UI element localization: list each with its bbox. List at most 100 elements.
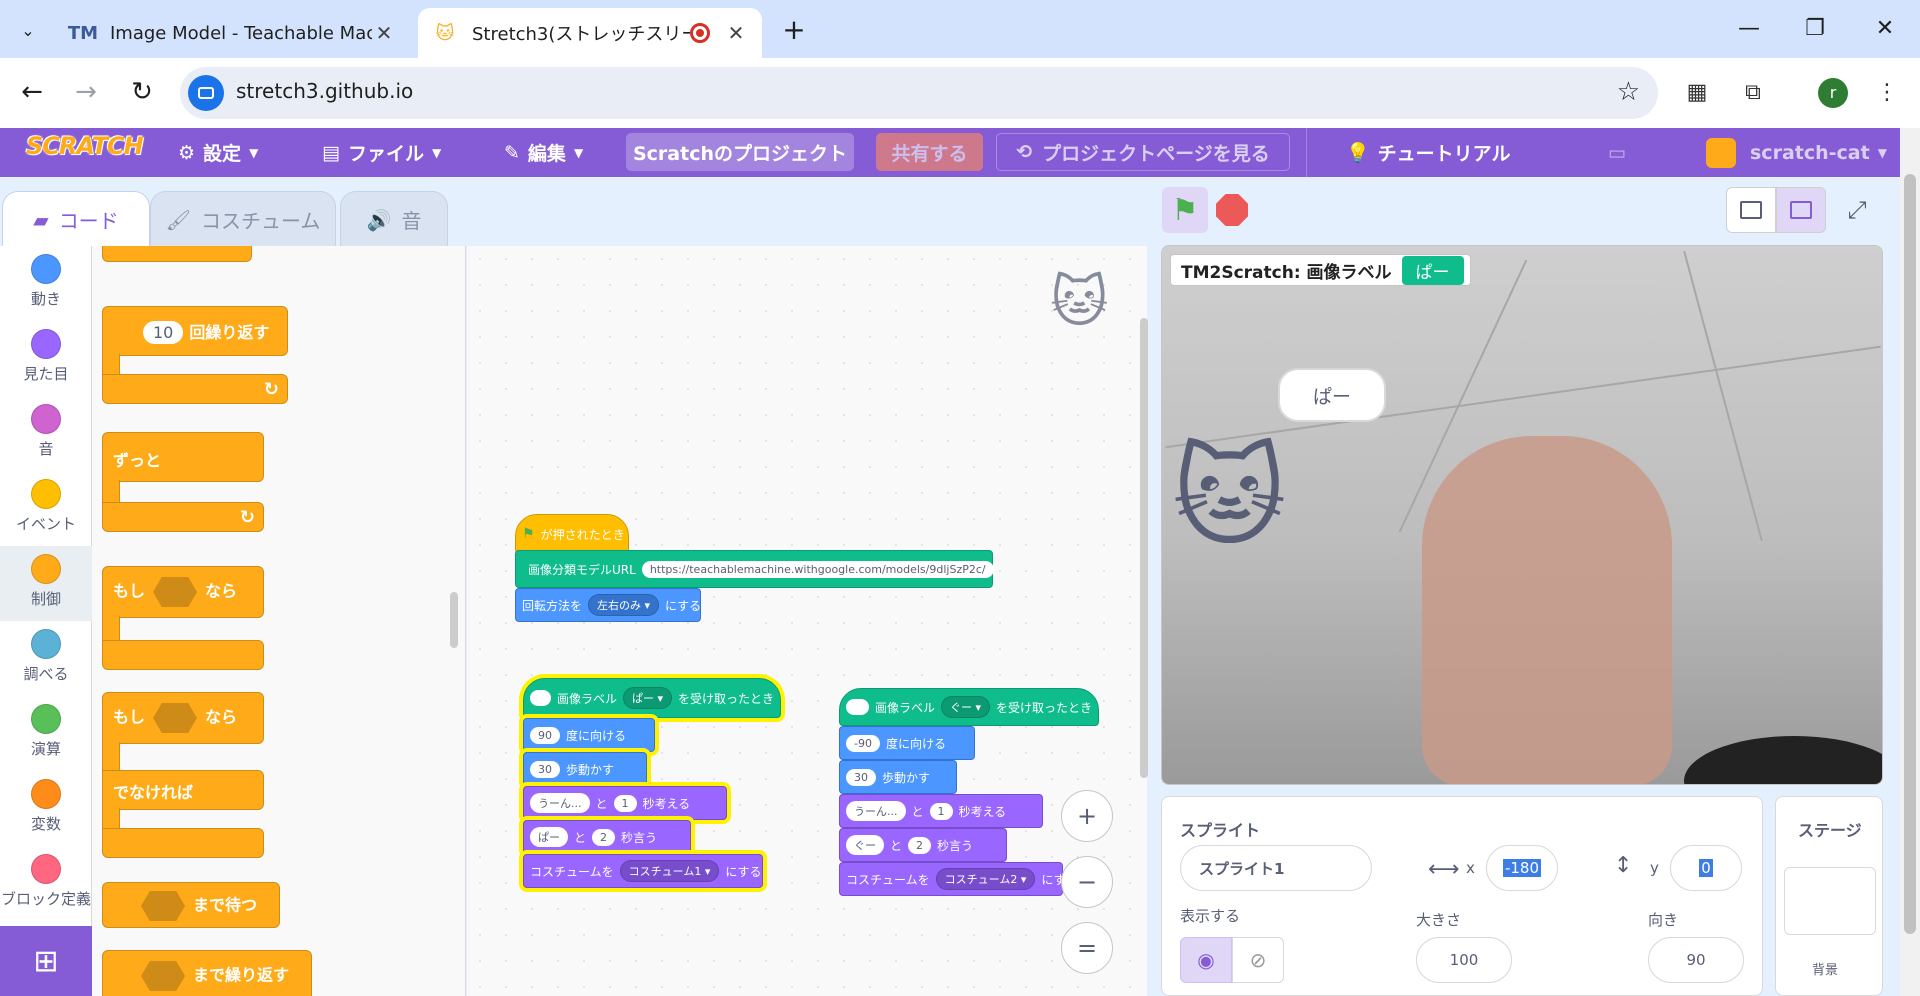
hide-sprite-button[interactable]: ⊘ bbox=[1232, 937, 1284, 983]
normal-stage-button[interactable] bbox=[1776, 187, 1826, 233]
browser-tab-teachable-machine[interactable]: TM Image Model - Teachable Mach ✕ bbox=[56, 8, 410, 58]
category-motion[interactable]: 動き bbox=[0, 246, 92, 321]
when-label-received-hat-b[interactable]: 画像ラベル ぐー ▾ を受け取ったとき bbox=[839, 688, 1099, 726]
switch-costume-block-a[interactable]: コスチュームを コスチューム1 ▾ にする bbox=[523, 854, 763, 888]
file-menu[interactable]: ▤ ファイル ▼ bbox=[322, 128, 441, 177]
settings-menu[interactable]: ⚙ 設定 ▼ bbox=[178, 128, 258, 177]
close-tab-icon[interactable]: ✕ bbox=[372, 21, 396, 45]
set-rotation-style-block[interactable]: 回転方法を 左右のみ ▾ にする bbox=[515, 588, 701, 622]
think-secs-input[interactable]: 1 bbox=[929, 802, 953, 820]
say-text-input[interactable]: ぱー bbox=[530, 827, 568, 847]
fullscreen-button[interactable]: ⤢ bbox=[1832, 187, 1882, 233]
palette-repeat-block[interactable]: 10 回繰り返す bbox=[102, 306, 288, 356]
camera-site-icon[interactable] bbox=[188, 75, 224, 111]
share-button[interactable]: 共有する bbox=[876, 133, 983, 171]
chrome-menu-icon[interactable]: ⋮ bbox=[1870, 76, 1904, 110]
repeat-count[interactable]: 10 bbox=[143, 321, 184, 344]
browser-tab-stretch3[interactable]: 🐱 Stretch3(ストレッチスリー) ✕ bbox=[418, 8, 762, 58]
minimize-icon[interactable]: — bbox=[1724, 10, 1774, 48]
say-secs-input[interactable]: 2 bbox=[592, 828, 616, 846]
set-model-url-block[interactable]: 画像分類モデルURL https://teachablemachine.with… bbox=[515, 550, 994, 588]
palette-forever-block[interactable]: ずっと bbox=[102, 432, 264, 482]
bookmark-star-icon[interactable]: ☆ bbox=[1617, 77, 1640, 107]
think-text-input[interactable]: うーん... bbox=[530, 793, 590, 813]
user-avatar[interactable] bbox=[1706, 138, 1736, 168]
palette-repeat-until-block[interactable]: まで繰り返す bbox=[102, 950, 312, 996]
category-sound[interactable]: 音 bbox=[0, 396, 92, 471]
extensions-icon[interactable]: ⧉ bbox=[1736, 76, 1770, 110]
scratch-logo[interactable]: SCRATCH bbox=[26, 132, 144, 172]
reload-icon[interactable]: ↻ bbox=[124, 74, 160, 110]
category-looks[interactable]: 見た目 bbox=[0, 321, 92, 396]
qr-code-icon[interactable]: ▦ bbox=[1680, 76, 1714, 110]
label-dropdown[interactable]: ぱー ▾ bbox=[622, 687, 672, 709]
palette-scrollbar[interactable] bbox=[450, 592, 458, 648]
account-menu[interactable]: scratch-cat ▼ bbox=[1750, 128, 1887, 177]
green-flag-button[interactable]: ⚑ bbox=[1162, 187, 1208, 233]
tab-costumes[interactable]: 🖌 コスチューム bbox=[150, 191, 336, 247]
direction-input[interactable]: -90 bbox=[846, 734, 880, 752]
sprite-name-input[interactable]: スプライト1 bbox=[1180, 845, 1372, 891]
omnibox[interactable]: stretch3.github.io ☆ bbox=[180, 67, 1658, 119]
zoom-out-button[interactable]: − bbox=[1061, 856, 1113, 908]
size-input[interactable]: 100 bbox=[1416, 937, 1512, 983]
think-text-input[interactable]: うーん... bbox=[846, 801, 906, 821]
back-icon[interactable]: ← bbox=[14, 74, 50, 110]
costume-dropdown[interactable]: コスチューム2 ▾ bbox=[935, 868, 1036, 890]
stage[interactable]: TM2Scratch: 画像ラベル ぱー ぱー 🐱 bbox=[1161, 245, 1883, 785]
move-steps-block-a[interactable]: 30 歩動かす bbox=[523, 752, 647, 786]
palette-if-else-block[interactable]: もし なら bbox=[102, 692, 264, 744]
script-area[interactable]: ⚑ が押されたとき 画像分類モデルURL https://teachablema… bbox=[467, 246, 1147, 996]
small-stage-button[interactable] bbox=[1726, 187, 1776, 233]
think-secs-input[interactable]: 1 bbox=[613, 794, 637, 812]
show-sprite-button[interactable]: ◉ bbox=[1180, 937, 1232, 983]
direction-input[interactable]: 90 bbox=[1648, 937, 1744, 983]
say-secs-input[interactable]: 2 bbox=[908, 836, 932, 854]
label-dropdown[interactable]: ぐー ▾ bbox=[940, 696, 990, 718]
steps-input[interactable]: 30 bbox=[530, 760, 560, 778]
url-text[interactable]: stretch3.github.io bbox=[236, 79, 413, 103]
profile-avatar[interactable]: r bbox=[1818, 78, 1848, 108]
restore-icon[interactable]: ❐ bbox=[1790, 10, 1840, 48]
my-stuff-folder-icon[interactable]: ▭ bbox=[1608, 128, 1626, 177]
rotation-dropdown[interactable]: 左右のみ ▾ bbox=[588, 594, 660, 616]
forward-icon[interactable]: → bbox=[68, 74, 104, 110]
close-window-icon[interactable]: ✕ bbox=[1860, 10, 1910, 48]
think-for-secs-block-b[interactable]: うーん... と 1 秒考える bbox=[839, 794, 1043, 828]
category-my-blocks[interactable]: ブロック定義 bbox=[0, 846, 92, 921]
think-for-secs-block-a[interactable]: うーん... と 1 秒考える bbox=[523, 786, 727, 820]
stage-selector-pane[interactable]: ステージ 背景 bbox=[1775, 796, 1883, 996]
script-area-scrollbar[interactable] bbox=[1140, 318, 1148, 778]
when-flag-clicked-hat[interactable]: ⚑ が押されたとき bbox=[515, 514, 629, 554]
close-tab-icon[interactable]: ✕ bbox=[724, 21, 748, 45]
stop-button[interactable] bbox=[1216, 194, 1248, 226]
see-project-page-button[interactable]: ⟲ プロジェクトページを見る bbox=[996, 133, 1290, 171]
tab-code[interactable]: ▰ コード bbox=[2, 191, 150, 247]
switch-costume-block-b[interactable]: コスチュームを コスチューム2 ▾ にす bbox=[839, 862, 1065, 896]
page-scrollbar-thumb[interactable] bbox=[1904, 174, 1916, 934]
palette-block-partial[interactable] bbox=[102, 246, 252, 262]
category-sensing[interactable]: 調べる bbox=[0, 621, 92, 696]
palette-wait-until-block[interactable]: まで待つ bbox=[102, 882, 280, 928]
palette-if-block[interactable]: もし なら bbox=[102, 566, 264, 618]
point-direction-block-a[interactable]: 90 度に向ける bbox=[523, 718, 655, 752]
category-variables[interactable]: 変数 bbox=[0, 771, 92, 846]
category-events[interactable]: イベント bbox=[0, 471, 92, 546]
project-title-input[interactable]: Scratchのプロジェクト bbox=[626, 133, 854, 171]
zoom-in-button[interactable]: + bbox=[1061, 790, 1113, 842]
backdrop-thumbnail[interactable] bbox=[1784, 867, 1876, 935]
direction-input[interactable]: 90 bbox=[530, 726, 560, 744]
add-extension-button[interactable]: ⊞ bbox=[0, 926, 92, 996]
x-input[interactable]: -180 bbox=[1486, 845, 1558, 891]
new-tab-icon[interactable]: + bbox=[778, 14, 810, 46]
category-operators[interactable]: 演算 bbox=[0, 696, 92, 771]
scratch-cat-sprite[interactable]: 🐱 bbox=[1172, 442, 1287, 552]
tab-sounds[interactable]: 🔊 音 bbox=[340, 191, 448, 247]
costume-dropdown[interactable]: コスチューム1 ▾ bbox=[619, 860, 720, 882]
say-for-secs-block-b[interactable]: ぐー と 2 秒言う bbox=[839, 828, 1007, 862]
say-for-secs-block-a[interactable]: ぱー と 2 秒言う bbox=[523, 820, 691, 854]
y-input[interactable]: 0 bbox=[1670, 845, 1742, 891]
tab-search-chevron-icon[interactable]: ⌄ bbox=[12, 14, 44, 46]
model-url-input[interactable]: https://teachablemachine.withgoogle.com/… bbox=[641, 560, 994, 578]
point-direction-block-b[interactable]: -90 度に向ける bbox=[839, 726, 975, 760]
